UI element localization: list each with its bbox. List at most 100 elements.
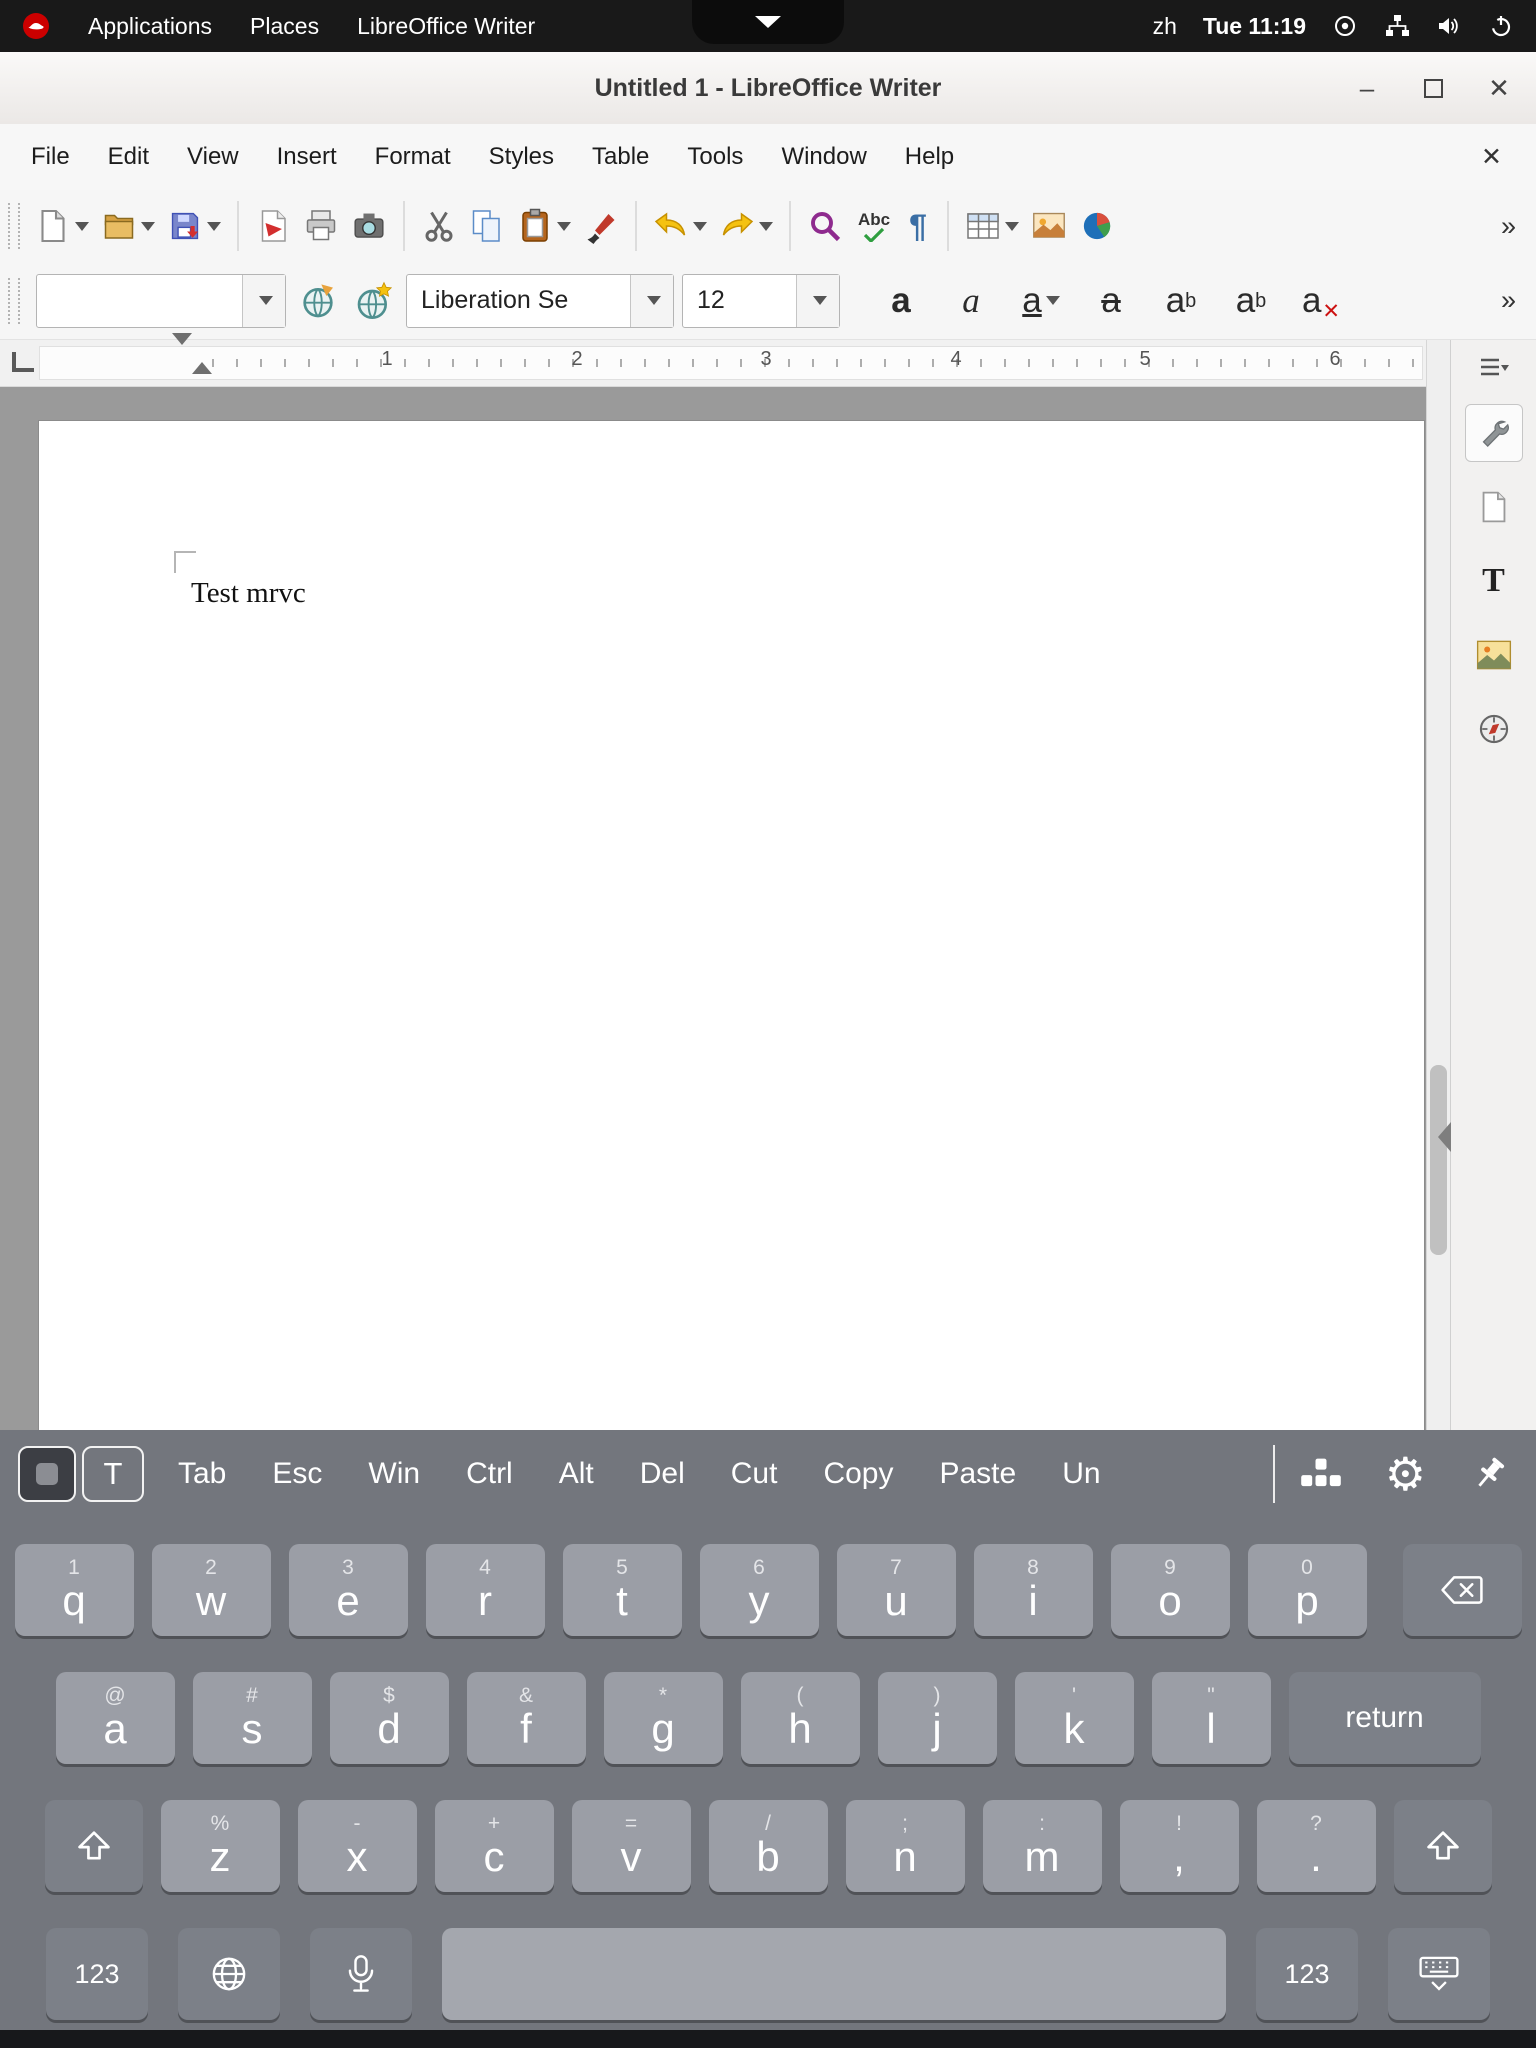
keyboard-handle-button[interactable] <box>18 1446 76 1502</box>
extra-keys-button[interactable] <box>1299 1457 1343 1491</box>
strikethrough-button[interactable]: a <box>1084 272 1138 330</box>
tab-stop-selector[interactable] <box>12 352 34 372</box>
key-g[interactable]: *g <box>604 1672 723 1764</box>
key-period[interactable]: ?. <box>1257 1800 1376 1892</box>
key-numbers-right[interactable]: 123 <box>1256 1928 1358 2020</box>
key-n[interactable]: ;n <box>846 1800 965 1892</box>
undo-dropdown-caret[interactable] <box>693 222 707 231</box>
bold-button[interactable]: a <box>874 272 928 330</box>
redo-dropdown-caret[interactable] <box>759 222 773 231</box>
key-i[interactable]: 8i <box>974 1544 1093 1636</box>
table-dropdown-caret[interactable] <box>1005 222 1019 231</box>
font-size-combobox[interactable]: 12 <box>682 274 840 328</box>
key-p[interactable]: 0p <box>1248 1544 1367 1636</box>
kb-key-cut[interactable]: Cut <box>731 1457 778 1491</box>
key-e[interactable]: 3e <box>289 1544 408 1636</box>
open-dropdown-caret[interactable] <box>141 222 155 231</box>
export-pdf-button[interactable] <box>250 203 296 249</box>
key-space[interactable] <box>442 1928 1226 2020</box>
font-name-combobox[interactable]: Liberation Se <box>406 274 674 328</box>
formatting-marks-button[interactable]: ¶ <box>900 205 936 247</box>
power-icon[interactable] <box>1488 13 1514 39</box>
applications-menu[interactable]: Applications <box>88 13 212 40</box>
menu-file[interactable]: File <box>12 124 89 190</box>
key-shift-left[interactable] <box>45 1800 143 1892</box>
kb-key-esc[interactable]: Esc <box>272 1457 322 1491</box>
kb-key-undo[interactable]: Un <box>1062 1457 1100 1491</box>
sidebar-navigator-button[interactable] <box>1465 700 1523 758</box>
menu-tools[interactable]: Tools <box>668 124 762 190</box>
sidebar-page-button[interactable] <box>1465 478 1523 536</box>
key-v[interactable]: =v <box>572 1800 691 1892</box>
menu-view[interactable]: View <box>168 124 258 190</box>
menu-styles[interactable]: Styles <box>470 124 573 190</box>
font-name-input[interactable]: Liberation Se <box>407 275 630 327</box>
key-y[interactable]: 6y <box>700 1544 819 1636</box>
paragraph-style-combobox[interactable] <box>36 274 286 328</box>
copy-button[interactable] <box>464 203 510 249</box>
keyboard-settings-button[interactable]: ⚙ <box>1385 1451 1426 1497</box>
kb-key-del[interactable]: Del <box>640 1457 685 1491</box>
close-window-button[interactable]: ✕ <box>1476 65 1522 111</box>
volume-icon[interactable] <box>1436 13 1462 39</box>
new-document-button[interactable] <box>30 203 94 249</box>
key-mic[interactable] <box>310 1928 412 2020</box>
keyboard-t-button[interactable]: T <box>82 1446 144 1502</box>
vertical-scrollbar[interactable] <box>1426 340 1450 1430</box>
paste-dropdown-caret[interactable] <box>557 222 571 231</box>
toolbar-grip[interactable] <box>8 278 20 324</box>
key-s[interactable]: #s <box>193 1672 312 1764</box>
open-button[interactable] <box>96 203 160 249</box>
menu-edit[interactable]: Edit <box>89 124 168 190</box>
font-size-caret[interactable] <box>796 275 839 327</box>
italic-button[interactable]: a <box>944 272 998 330</box>
kb-key-copy[interactable]: Copy <box>823 1457 893 1491</box>
key-w[interactable]: 2w <box>152 1544 271 1636</box>
key-z[interactable]: %z <box>161 1800 280 1892</box>
left-indent-marker[interactable] <box>192 345 212 374</box>
key-b[interactable]: /b <box>709 1800 828 1892</box>
toolbar-overflow-button[interactable]: » <box>1485 211 1532 242</box>
places-menu[interactable]: Places <box>250 13 319 40</box>
print-button[interactable] <box>298 203 344 249</box>
insert-image-button[interactable] <box>1026 203 1072 249</box>
sidebar-collapse-arrow[interactable] <box>1438 1122 1451 1152</box>
key-r[interactable]: 4r <box>426 1544 545 1636</box>
top-center-notch[interactable] <box>692 0 844 44</box>
key-x[interactable]: -x <box>298 1800 417 1892</box>
print-preview-button[interactable] <box>346 203 392 249</box>
cut-button[interactable] <box>416 203 462 249</box>
key-backspace[interactable] <box>1403 1544 1522 1636</box>
kb-key-paste[interactable]: Paste <box>939 1457 1016 1491</box>
menu-insert[interactable]: Insert <box>258 124 356 190</box>
kb-key-win[interactable]: Win <box>368 1457 420 1491</box>
screen-share-icon[interactable] <box>1332 13 1358 39</box>
close-document-button[interactable]: ✕ <box>1459 142 1524 172</box>
toolbar-grip[interactable] <box>8 203 20 249</box>
sidebar-properties-button[interactable] <box>1465 404 1523 462</box>
menu-table[interactable]: Table <box>573 124 668 190</box>
key-m[interactable]: :m <box>983 1800 1102 1892</box>
redo-button[interactable] <box>714 203 778 249</box>
subscript-button[interactable]: ab <box>1224 272 1278 330</box>
kb-key-ctrl[interactable]: Ctrl <box>466 1457 513 1491</box>
sidebar-gallery-button[interactable] <box>1465 626 1523 684</box>
spelling-button[interactable]: Abc <box>850 204 898 249</box>
kb-key-alt[interactable]: Alt <box>559 1457 594 1491</box>
window-titlebar[interactable]: Untitled 1 - LibreOffice Writer – ✕ <box>0 52 1536 125</box>
key-u[interactable]: 7u <box>837 1544 956 1636</box>
key-globe[interactable] <box>178 1928 280 2020</box>
key-c[interactable]: +c <box>435 1800 554 1892</box>
font-name-caret[interactable] <box>630 275 673 327</box>
key-return[interactable]: return <box>1289 1672 1481 1764</box>
key-comma[interactable]: !, <box>1120 1800 1239 1892</box>
clone-formatting-button[interactable] <box>578 203 624 249</box>
formatbar-overflow-button[interactable]: » <box>1485 285 1532 316</box>
key-k[interactable]: 'k <box>1015 1672 1134 1764</box>
sidebar-styles-button[interactable]: T <box>1465 552 1523 610</box>
update-style-button[interactable] <box>294 277 342 325</box>
kb-key-tab[interactable]: Tab <box>178 1457 226 1491</box>
document-page[interactable]: Test mrvc <box>39 421 1424 1430</box>
maximize-button[interactable] <box>1410 65 1456 111</box>
save-button[interactable] <box>162 203 226 249</box>
